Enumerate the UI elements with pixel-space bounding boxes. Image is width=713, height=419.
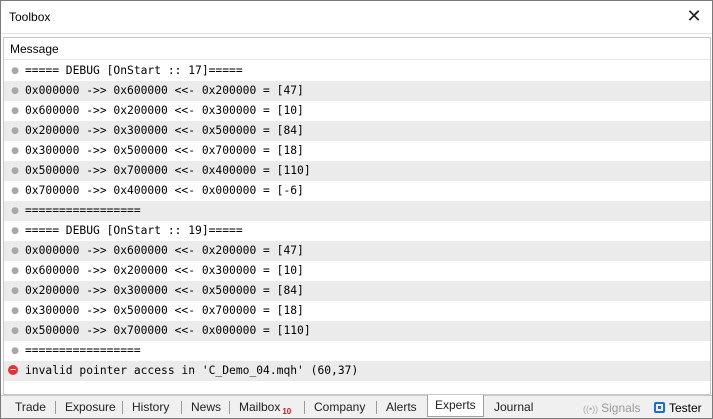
tab-separator [229, 401, 230, 414]
log-row[interactable]: ● 0x700000 ->> 0x400000 <<- 0x000000 = [-… [4, 181, 710, 201]
info-dot-icon: ● [11, 66, 19, 76]
info-dot-icon: ● [11, 166, 19, 176]
info-dot-icon: ● [11, 266, 19, 276]
log-message: 0x000000 ->> 0x600000 <<- 0x200000 = [47… [25, 84, 304, 97]
info-dot-icon: ● [11, 106, 19, 116]
log-row[interactable]: ● ===== DEBUG [OnStart :: 19]===== [4, 221, 710, 241]
log-row[interactable]: ● ================= [4, 201, 710, 221]
log-row[interactable]: ● 0x500000 ->> 0x700000 <<- 0x400000 = [1… [4, 161, 710, 181]
log-message: invalid pointer access in 'C_Demo_04.mqh… [25, 364, 359, 377]
info-dot-icon: ● [11, 326, 19, 336]
log-row[interactable]: ● 0x300000 ->> 0x500000 <<- 0x700000 = [1… [4, 141, 710, 161]
tab-separator [122, 401, 123, 414]
close-icon[interactable]: ✕ [684, 6, 704, 26]
title-bar: Toolbox ✕ [1, 1, 712, 34]
log-message: 0x000000 ->> 0x600000 <<- 0x200000 = [47… [25, 244, 304, 257]
log-row[interactable]: ● ===== DEBUG [OnStart :: 17]===== [4, 61, 710, 81]
log-row[interactable]: ● 0x200000 ->> 0x300000 <<- 0x500000 = [8… [4, 281, 710, 301]
info-dot-icon: ● [11, 246, 19, 256]
log-message: 0x300000 ->> 0x500000 <<- 0x700000 = [18… [25, 304, 304, 317]
info-dot-icon: ● [11, 206, 19, 216]
signals-button[interactable]: ((•)) Signals [583, 399, 641, 417]
info-dot-icon: ● [11, 286, 19, 296]
tab-alerts[interactable]: Alerts [386, 398, 417, 416]
toolbox-window: Toolbox ✕ Message ● ===== DEBUG [OnStart … [0, 0, 713, 419]
log-row[interactable]: ● 0x200000 ->> 0x300000 <<- 0x500000 = [8… [4, 121, 710, 141]
tab-mailbox[interactable]: Mailbox 10 [239, 398, 291, 416]
experts-log-panel: Message ● ===== DEBUG [OnStart :: 17]====… [3, 37, 711, 395]
tab-exposure[interactable]: Exposure [65, 398, 116, 416]
tester-button[interactable]: Tester [654, 399, 702, 417]
log-message: 0x200000 ->> 0x300000 <<- 0x500000 = [84… [25, 124, 304, 137]
info-dot-icon: ● [11, 306, 19, 316]
tab-company[interactable]: Company [314, 398, 365, 416]
tab-separator [55, 401, 56, 414]
log-message: ================= [25, 204, 141, 217]
log-message: 0x600000 ->> 0x200000 <<- 0x300000 = [10… [25, 264, 304, 277]
log-row[interactable]: ● 0x300000 ->> 0x500000 <<- 0x700000 = [1… [4, 301, 710, 321]
tester-label: Tester [669, 401, 702, 415]
log-row[interactable]: ● 0x600000 ->> 0x200000 <<- 0x300000 = [1… [4, 101, 710, 121]
info-dot-icon: ● [11, 226, 19, 236]
mailbox-count-badge: 10 [282, 407, 292, 416]
column-header-message[interactable]: Message [4, 38, 710, 60]
log-message: 0x600000 ->> 0x200000 <<- 0x300000 = [10… [25, 104, 304, 117]
log-message: 0x500000 ->> 0x700000 <<- 0x400000 = [11… [25, 164, 311, 177]
tab-separator [181, 401, 182, 414]
tab-news[interactable]: News [191, 398, 221, 416]
signal-waves-icon: ((•)) [583, 404, 599, 414]
bottom-tab-bar: Trade Exposure History News Mailbox 10 Co… [1, 395, 712, 418]
log-row[interactable]: ● 0x000000 ->> 0x600000 <<- 0x200000 = [4… [4, 241, 710, 261]
log-message: 0x200000 ->> 0x300000 <<- 0x500000 = [84… [25, 284, 304, 297]
error-circle-icon: − [8, 365, 18, 375]
signals-label: Signals [601, 401, 641, 415]
tab-separator [376, 401, 377, 414]
log-message: 0x700000 ->> 0x400000 <<- 0x000000 = [-6… [25, 184, 304, 197]
tab-mailbox-label: Mailbox [239, 400, 281, 414]
tab-journal[interactable]: Journal [494, 398, 533, 416]
log-message: 0x300000 ->> 0x500000 <<- 0x700000 = [18… [25, 144, 304, 157]
tab-history[interactable]: History [132, 398, 169, 416]
info-dot-icon: ● [11, 126, 19, 136]
log-message: 0x500000 ->> 0x700000 <<- 0x000000 = [11… [25, 324, 311, 337]
log-message: ===== DEBUG [OnStart :: 19]===== [25, 224, 243, 237]
tab-trade[interactable]: Trade [15, 398, 46, 416]
chip-icon [654, 402, 665, 413]
log-row[interactable]: − invalid pointer access in 'C_Demo_04.mq… [4, 361, 710, 381]
info-dot-icon: ● [11, 146, 19, 156]
log-message: ===== DEBUG [OnStart :: 17]===== [25, 64, 243, 77]
info-dot-icon: ● [11, 346, 19, 356]
log-row[interactable]: ● ================= [4, 341, 710, 361]
window-title: Toolbox [9, 10, 51, 24]
log-list: ● ===== DEBUG [OnStart :: 17]===== ● 0x0000… [4, 61, 710, 381]
info-dot-icon: ● [11, 86, 19, 96]
info-dot-icon: ● [11, 186, 19, 196]
log-row[interactable]: ● 0x000000 ->> 0x600000 <<- 0x200000 = [4… [4, 81, 710, 101]
tab-separator [304, 401, 305, 414]
tab-experts[interactable]: Experts [427, 395, 484, 417]
log-message: ================= [25, 344, 141, 357]
log-row[interactable]: ● 0x500000 ->> 0x700000 <<- 0x000000 = [1… [4, 321, 710, 341]
log-row[interactable]: ● 0x600000 ->> 0x200000 <<- 0x300000 = [1… [4, 261, 710, 281]
